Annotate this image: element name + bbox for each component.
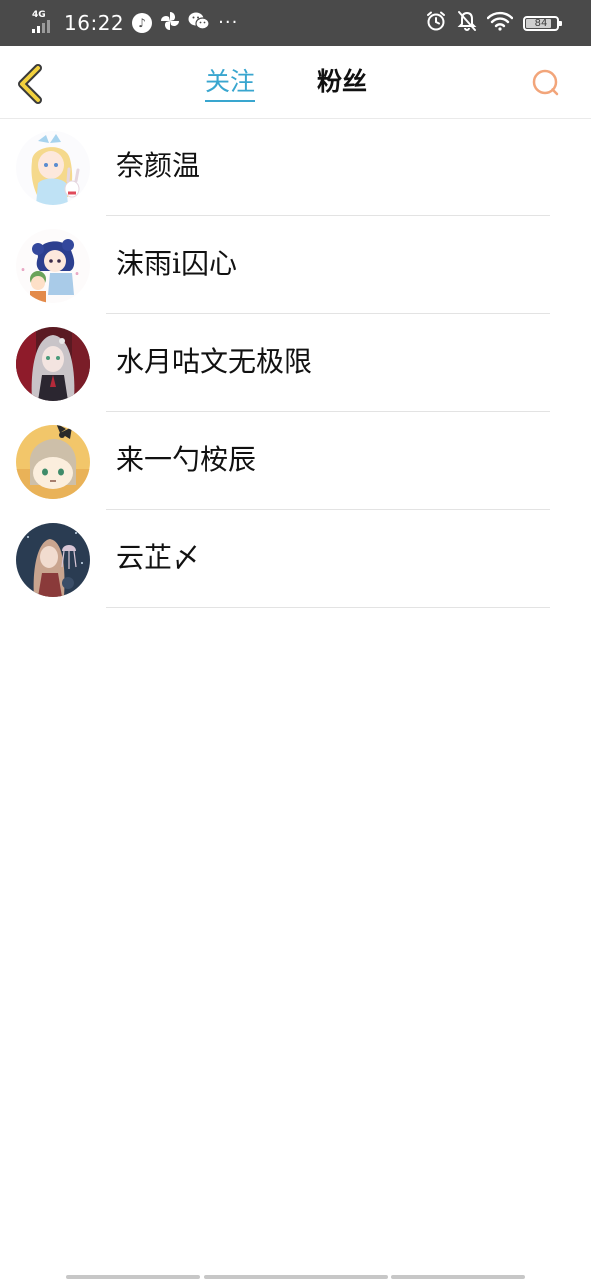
signal-icon: 4G [32, 10, 56, 36]
user-name: 水月咕文无极限 [116, 345, 313, 378]
search-icon [532, 69, 559, 96]
avatar-silver-hair-girl[interactable] [16, 327, 90, 401]
list-item[interactable]: 沫雨i囚心 [0, 216, 591, 314]
status-left: 4G 16:22 ♪ ··· [32, 10, 238, 36]
gesture-bar[interactable] [0, 1270, 591, 1280]
network-type: 4G [32, 10, 46, 20]
user-name: 奈颜温 [116, 149, 201, 182]
music-app-icon: ♪ [132, 13, 153, 33]
back-button[interactable] [14, 62, 54, 106]
status-time: 16:22 [64, 11, 125, 35]
user-name: 来一勺桉辰 [116, 443, 257, 476]
avatar-chibi-girl-with-bow[interactable] [16, 425, 90, 499]
list-item[interactable]: 水月咕文无极限 [0, 314, 591, 412]
avatar-blue-hair-girl[interactable] [16, 229, 90, 303]
following-list: 奈颜温 沫雨i囚心 水月咕文无极限 来一勺桉辰 云芷〆 [0, 118, 591, 608]
avatar-blonde-girl-with-bunny[interactable] [16, 131, 90, 205]
wechat-icon [188, 11, 210, 35]
battery-percent: 84 [534, 17, 548, 29]
tab-fans[interactable]: 粉丝 [317, 66, 367, 98]
tab-fans-label: 粉丝 [317, 67, 368, 96]
chevron-left-icon [18, 64, 42, 104]
status-bar: 4G 16:22 ♪ ··· 84 [0, 0, 591, 46]
search-button[interactable] [531, 68, 561, 98]
active-tab-indicator [205, 100, 256, 102]
list-item[interactable]: 来一勺桉辰 [0, 412, 591, 510]
tab-following-label: 关注 [205, 67, 256, 96]
avatar-girl-with-jellyfish[interactable] [16, 523, 90, 597]
divider [106, 607, 550, 608]
tab-following[interactable]: 关注 [205, 66, 256, 102]
mute-notifications-icon [457, 10, 477, 36]
gesture-segment [391, 1275, 525, 1279]
screen: 4G 16:22 ♪ ··· 84 关注 粉丝 奈颜温 沫雨i囚心 水月咕文无极… [0, 0, 591, 1280]
more-notifications-icon: ··· [218, 12, 239, 33]
list-item[interactable]: 奈颜温 [0, 118, 591, 216]
gesture-segment [204, 1275, 388, 1279]
user-name: 沫雨i囚心 [116, 247, 237, 280]
wifi-icon [486, 11, 514, 35]
gesture-segment [66, 1275, 200, 1279]
list-item[interactable]: 云芷〆 [0, 510, 591, 608]
user-name: 云芷〆 [116, 541, 201, 574]
battery-icon: 84 [523, 15, 562, 31]
status-right: 84 [425, 10, 562, 36]
header: 关注 粉丝 [0, 46, 591, 119]
alarm-icon [425, 10, 447, 36]
pinwheel-app-icon [160, 11, 180, 35]
